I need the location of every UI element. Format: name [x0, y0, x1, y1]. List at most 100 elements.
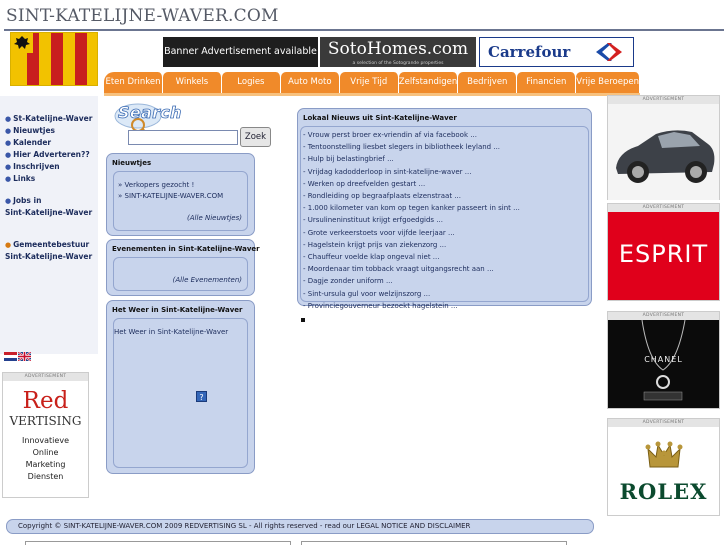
local-news-item[interactable]: - Tentoonstelling liesbet slegers in bib… — [303, 141, 588, 153]
weather-help-icon[interactable]: ? — [196, 391, 207, 402]
advertisement-label: ADVERTISEMENT — [3, 373, 88, 381]
esprit-logo: ESPRIT — [618, 240, 709, 268]
rolex-ad[interactable]: ADVERTISEMENT ROLEX — [607, 418, 720, 516]
nav-auto-moto[interactable]: Auto Moto — [280, 72, 340, 93]
sidebar-link-jobs[interactable]: ● Jobs in Sint-Katelijne-Waver — [5, 196, 92, 220]
weather-widget-text: Het Weer in Sint-Katelijne-Waver — [114, 328, 229, 336]
news-box-content: » Verkopers gezocht ! » SINT-KATELIJNE-W… — [113, 171, 248, 231]
news-item-text: Verkopers gezocht ! — [124, 181, 195, 189]
necklace-image — [641, 320, 686, 401]
sidebar-link-label: Inschrijven — [13, 162, 60, 171]
municipal-flag-logo[interactable] — [10, 32, 98, 86]
title-divider — [4, 29, 724, 31]
bullet-icon: ● — [5, 175, 12, 183]
local-news-item[interactable]: - Moordenaar tim tobback vraagt uitgangs… — [303, 263, 588, 275]
sidebar-link-inschrijven[interactable]: ● Inschrijven — [5, 162, 60, 172]
nav-logies[interactable]: Logies — [221, 72, 281, 93]
banner-advertisement-available[interactable]: Banner Advertisement available — [163, 37, 318, 67]
carrefour-logo-icon — [596, 43, 622, 61]
local-news-item[interactable]: - Hagelstein krijgt prijs van ziekenzorg… — [303, 239, 588, 251]
nav-zelfstandigen[interactable]: Zelfstandigen — [398, 72, 459, 93]
sidebar-link-label: Nieuwtjes — [13, 126, 56, 135]
infiniti-car-ad[interactable]: ADVERTISEMENT — [607, 95, 720, 200]
bullet-marker-icon — [301, 318, 305, 322]
chanel-ad[interactable]: ADVERTISEMENT CHANEL — [607, 311, 720, 409]
search-input[interactable] — [128, 130, 238, 145]
language-selector — [4, 352, 34, 362]
redvertising-subtitle: VERTISING — [9, 414, 82, 428]
local-news-box: Lokaal Nieuws uit Sint-Katelijne-Waver -… — [297, 108, 592, 310]
redvertising-ad[interactable]: ADVERTISEMENT Red VERTISING Innovatieve … — [2, 372, 89, 498]
sidebar-link-label: Gemeentebestuur — [13, 240, 90, 249]
dutch-flag-icon[interactable] — [4, 352, 17, 361]
bullet-icon: ● — [5, 163, 12, 171]
weather-box: Het Weer in Sint-Katelijne-Waver Het Wee… — [106, 300, 255, 474]
bullet-icon: ● — [5, 139, 12, 147]
search-button[interactable]: Zoek — [240, 127, 271, 147]
advertisement-label: ADVERTISEMENT — [608, 96, 719, 104]
sidebar-link-label: Hier Adverteren?? — [13, 150, 90, 159]
esprit-ad[interactable]: ADVERTISEMENT ESPRIT — [607, 203, 720, 301]
nav-bedrijven[interactable]: Bedrijven — [458, 72, 518, 93]
local-news-item[interactable]: - Chauffeur voelde klap ongeval niet ... — [303, 251, 588, 263]
sidebar-link-links[interactable]: ● Links — [5, 174, 35, 184]
sotohomes-name: SotoHomes.com — [327, 39, 469, 59]
nav-vrije-tijd[interactable]: Vrije Tijd — [339, 72, 399, 93]
bullet-icon: ● — [5, 151, 12, 159]
local-news-item[interactable]: - Hulp bij belastingbrief ... — [303, 153, 588, 165]
sidebar-link-label: St-Katelijne-Waver — [13, 114, 93, 123]
news-item-text: SINT-KATELIJNE-WAVER.COM — [124, 192, 224, 200]
nav-vrije-beroepen[interactable]: Vrije Beroepen — [576, 72, 640, 93]
advertisement-label: ADVERTISEMENT — [608, 204, 719, 212]
local-news-item[interactable]: - Ursulineninstituut krijgt erfgoedgids … — [303, 214, 588, 226]
bullet-icon: ● — [5, 197, 12, 205]
footer-box-right — [301, 541, 567, 545]
news-box-title: Nieuwtjes — [112, 159, 152, 167]
sotohomes-tagline: a selection of the Sotogrande properties — [352, 61, 444, 66]
sidebar-link-kalender[interactable]: ● Kalender — [5, 138, 51, 148]
local-news-item[interactable]: - 1.000 kilometer van kom op tegen kanke… — [303, 202, 588, 214]
car-image — [608, 104, 719, 200]
weather-box-content: Het Weer in Sint-Katelijne-Waver ? — [113, 318, 248, 468]
weather-box-title: Het Weer in Sint-Katelijne-Waver — [112, 306, 243, 314]
redvertising-body: Innovatieve Online Marketing Diensten — [22, 436, 69, 481]
news-item[interactable]: » Verkopers gezocht ! — [118, 180, 223, 191]
sidebar-link-gemeentebestuur[interactable]: ● Gemeentebestuur Sint-Katelijne-Waver — [5, 240, 92, 264]
all-events-link[interactable]: (Alle Evenementen) — [173, 276, 242, 284]
nav-financien[interactable]: Financien — [517, 72, 577, 93]
left-sidebar: ● St-Katelijne-Waver ● Nieuwtjes ● Kalender… — [0, 96, 98, 354]
news-item[interactable]: » SINT-KATELIJNE-WAVER.COM — [118, 191, 223, 202]
site-title: SINT-KATELIJNE-WAVER.COM — [6, 6, 279, 26]
local-news-item[interactable]: - Dagje zonder uniform ... — [303, 275, 588, 287]
rolex-logo: ROLEX — [619, 479, 708, 504]
footer-copyright: Copyright © SINT-KATELIJNE-WAVER.COM 200… — [6, 519, 594, 534]
rolex-crown-icon — [645, 441, 683, 468]
all-news-link[interactable]: (Alle Nieuwtjes) — [187, 214, 242, 222]
sidebar-link-nieuwtjes[interactable]: ● Nieuwtjes — [5, 126, 55, 136]
local-news-item[interactable]: - Vrouw perst broer ex-vriendin af via f… — [303, 129, 588, 141]
carrefour-banner[interactable]: Carrefour — [479, 37, 634, 67]
local-news-item[interactable]: - Vrijdag kadodderloop in sint-katelijne… — [303, 166, 588, 178]
local-news-item[interactable]: - Sint-ursula gul voor welzijnszorg ... — [303, 288, 588, 300]
events-box-title: Evenementen in Sint-Katelijne-Waver — [112, 245, 260, 253]
nav-underline — [104, 93, 640, 96]
local-news-item[interactable]: - Grote verkeerstoets voor vijfde leerja… — [303, 227, 588, 239]
sotohomes-banner[interactable]: SotoHomes.com a selection of the Sotogra… — [320, 37, 476, 67]
chanel-label: CHANEL — [644, 355, 683, 364]
bullet-icon: ● — [5, 115, 12, 123]
search-logo-text: Search — [118, 103, 182, 123]
sidebar-link-hier-adverteren[interactable]: ● Hier Adverteren?? — [5, 150, 90, 160]
english-flag-icon[interactable] — [18, 352, 31, 361]
redvertising-title: Red — [22, 388, 69, 414]
local-news-item[interactable]: - Werken op dreefvelden gestart ... — [303, 178, 588, 190]
sidebar-link-label: Kalender — [13, 138, 52, 147]
local-news-item[interactable]: - Rondleiding op begraafplaats elzenstra… — [303, 190, 588, 202]
nav-eten-drinken[interactable]: Eten Drinken — [104, 72, 163, 93]
news-box: Nieuwtjes » Verkopers gezocht ! » SINT-K… — [106, 153, 255, 236]
local-news-item[interactable]: - Provinciegouverneur bezoekt hagelstein… — [303, 300, 588, 312]
local-news-list: - Vrouw perst broer ex-vriendin af via f… — [300, 126, 589, 310]
sidebar-link-st-katelijne-waver[interactable]: ● St-Katelijne-Waver — [5, 114, 92, 124]
carrefour-name: Carrefour — [488, 43, 571, 61]
bullet-icon: ● — [5, 127, 12, 135]
nav-winkels[interactable]: Winkels — [162, 72, 222, 93]
